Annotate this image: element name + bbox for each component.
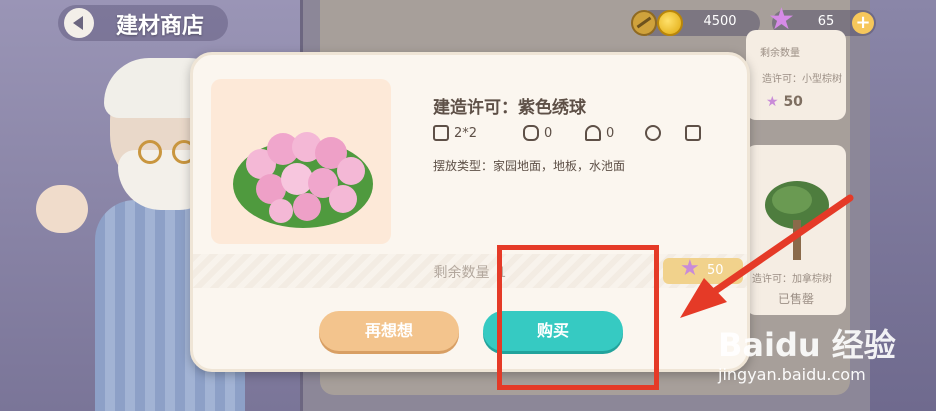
item-name: 建造许可：紫色绣球 [433,98,586,118]
coin-icon [657,10,683,36]
card-label: 造许可：小型棕树 [762,74,842,85]
star-count: 65 [817,14,835,29]
placement-text: 摆放类型：家园地面，地板，水池面 [433,159,626,173]
shop-card-palm-small[interactable]: 剩余数量 造许可：小型棕树 ★ 50 [746,30,846,120]
purchase-dialog: 建造许可：紫色绣球 2*2 0 0 摆放类型：家园地面，地板，水池面 剩余数量 1… [190,52,750,372]
no-stack-icon [645,125,661,141]
watermark-url: jingyan.baidu.com [718,365,866,384]
size-value: 2*2 [454,125,478,141]
card-label: 剩余数量 [760,48,800,59]
size-icon [433,125,449,141]
highlight-box [497,245,659,390]
coin-count: 4500 [703,14,737,29]
add-currency-button[interactable]: + [852,12,874,34]
character-hand [36,185,88,233]
stat-a-value: 0 [544,125,553,141]
size-stat: 2*2 [433,125,477,141]
glasses-icon [138,140,198,164]
remaining-label: 剩余数量 [433,265,490,281]
watermark-logo: Baidu 经验 [718,326,896,364]
back-button[interactable] [64,8,94,38]
no-stack-stat [645,125,666,141]
stat-b: 0 [585,125,614,141]
cancel-button[interactable]: 再想想 [319,311,459,351]
hydrangea-icon [233,132,373,228]
coin-disabled-icon [631,10,657,36]
no-move-stat [685,125,706,141]
arrow-icon [680,194,854,318]
item-preview [211,79,391,244]
stat-a: 0 [523,125,552,141]
home-icon [585,125,601,141]
no-move-icon [685,125,701,141]
bag-icon [523,125,539,141]
page-title: 建材商店 [116,14,205,39]
stat-b-value: 0 [606,125,615,141]
card-price: ★ 50 [766,94,803,110]
